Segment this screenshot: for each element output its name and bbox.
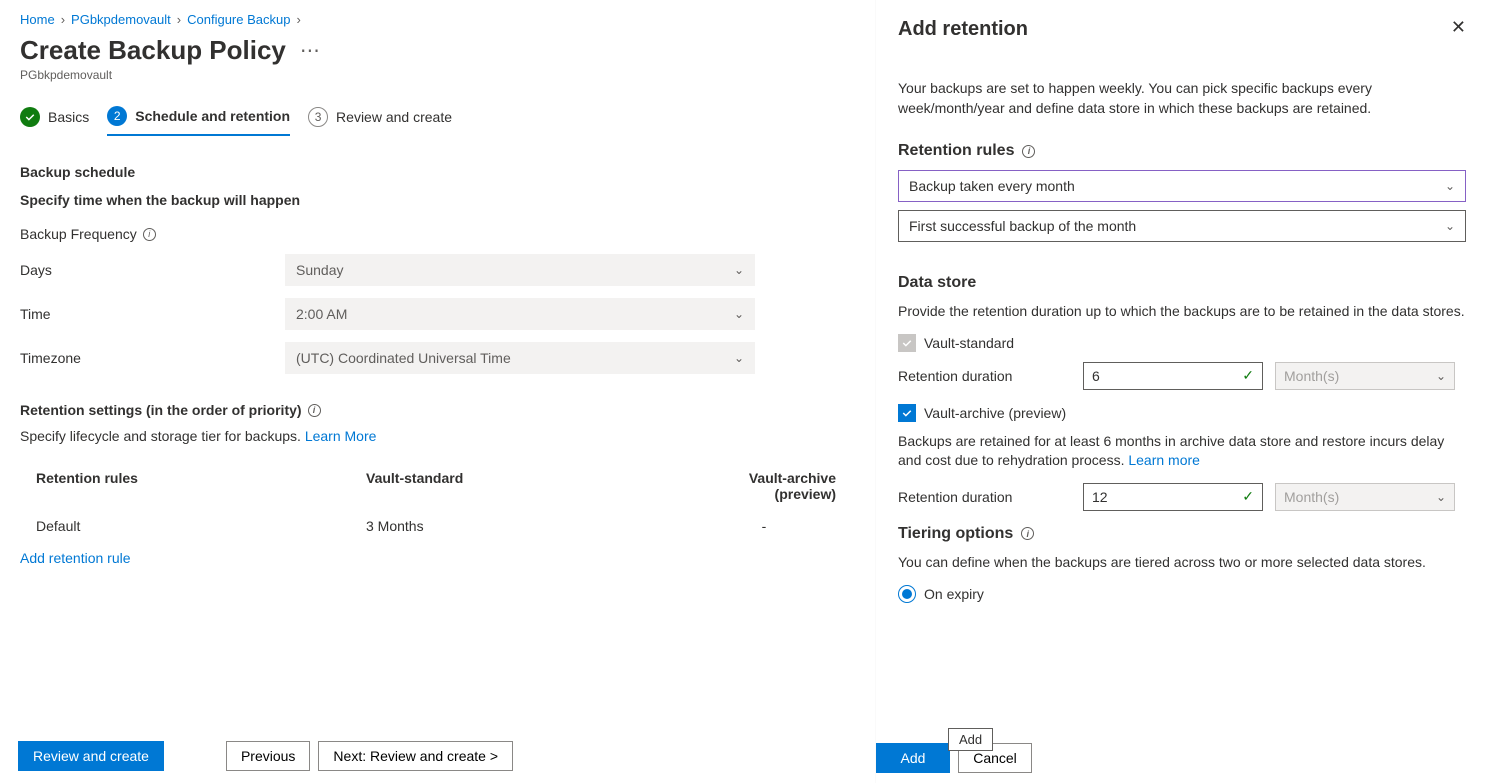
label-backup-frequency: Backup Frequency i xyxy=(20,226,285,242)
vault-archive-label: Vault-archive (preview) xyxy=(924,405,1066,421)
data-store-desc: Provide the retention duration up to whi… xyxy=(898,302,1466,322)
time-select[interactable]: 2:00 AM ⌄ xyxy=(285,298,755,330)
breadcrumb-item[interactable]: PGbkpdemovault xyxy=(71,12,171,27)
learn-more-link[interactable]: Learn more xyxy=(1128,452,1200,468)
breadcrumb: Home › PGbkpdemovault › Configure Backup… xyxy=(20,12,857,27)
duration-unit-select[interactable]: Month(s) ⌄ xyxy=(1275,483,1455,511)
step-review-create[interactable]: 3 Review and create xyxy=(308,107,452,135)
page-subtitle: PGbkpdemovault xyxy=(20,68,857,82)
tiering-desc: You can define when the backups are tier… xyxy=(898,553,1466,573)
info-icon[interactable]: i xyxy=(308,404,321,417)
retention-desc: Specify lifecycle and storage tier for b… xyxy=(20,428,305,444)
retention-duration-label: Retention duration xyxy=(898,368,1083,384)
tiering-options-label: Tiering options xyxy=(898,525,1013,543)
retention-duration-arch-input[interactable]: 12 ✓ xyxy=(1083,483,1263,511)
chevron-down-icon: ⌄ xyxy=(734,263,744,277)
review-create-button[interactable]: Review and create xyxy=(18,741,164,771)
check-icon: ✓ xyxy=(1242,488,1254,505)
label-timezone: Timezone xyxy=(20,350,285,366)
learn-more-link[interactable]: Learn More xyxy=(305,428,377,444)
chevron-down-icon: ⌄ xyxy=(1445,179,1455,193)
vault-archive-checkbox[interactable] xyxy=(898,404,916,422)
retention-duration-label: Retention duration xyxy=(898,489,1083,505)
chevron-down-icon: ⌄ xyxy=(1445,219,1455,233)
vault-standard-checkbox xyxy=(898,334,916,352)
retention-rule-sub-select[interactable]: First successful backup of the month ⌄ xyxy=(898,210,1466,242)
previous-button[interactable]: Previous xyxy=(226,741,310,771)
retention-table-header: Retention rules Vault-standard Vault-arc… xyxy=(20,462,858,510)
duration-unit-select[interactable]: Month(s) ⌄ xyxy=(1275,362,1455,390)
chevron-down-icon: ⌄ xyxy=(1436,369,1446,383)
more-actions-button[interactable]: ⋯ xyxy=(300,38,320,63)
chevron-down-icon: ⌄ xyxy=(1436,490,1446,504)
panel-title: Add retention xyxy=(898,18,1028,41)
tiering-on-expiry-radio[interactable] xyxy=(898,585,916,603)
step-label: Review and create xyxy=(336,109,452,125)
breadcrumb-item[interactable]: Home xyxy=(20,12,55,27)
days-select[interactable]: Sunday ⌄ xyxy=(285,254,755,286)
info-icon[interactable]: i xyxy=(143,228,156,241)
add-tooltip: Add xyxy=(948,728,993,751)
next-button[interactable]: Next: Review and create > xyxy=(318,741,513,771)
check-icon xyxy=(20,107,40,127)
add-button[interactable]: Add xyxy=(876,743,950,773)
step-number-icon: 2 xyxy=(107,106,127,126)
close-icon[interactable]: ✕ xyxy=(1451,18,1466,36)
chevron-right-icon: › xyxy=(177,12,181,27)
section-backup-schedule: Backup schedule xyxy=(20,164,857,180)
info-icon[interactable]: i xyxy=(1021,527,1034,540)
step-number-icon: 3 xyxy=(308,107,328,127)
step-label: Schedule and retention xyxy=(135,108,290,124)
label-days: Days xyxy=(20,262,285,278)
page-title: Create Backup Policy xyxy=(20,35,286,66)
vault-standard-label: Vault-standard xyxy=(924,335,1014,351)
step-schedule-retention[interactable]: 2 Schedule and retention xyxy=(107,106,290,136)
tiering-option-label: On expiry xyxy=(924,586,984,602)
data-store-label: Data store xyxy=(898,274,1466,292)
chevron-down-icon: ⌄ xyxy=(734,307,744,321)
label-time: Time xyxy=(20,306,285,322)
panel-intro: Your backups are set to happen weekly. Y… xyxy=(898,79,1466,118)
timezone-select[interactable]: (UTC) Coordinated Universal Time ⌄ xyxy=(285,342,755,374)
retention-table-row[interactable]: Default 3 Months - xyxy=(20,510,858,542)
step-label: Basics xyxy=(48,109,89,125)
chevron-down-icon: ⌄ xyxy=(734,351,744,365)
section-desc: Specify time when the backup will happen xyxy=(20,192,857,208)
info-icon[interactable]: i xyxy=(1022,145,1035,158)
chevron-right-icon: › xyxy=(296,12,300,27)
section-retention-settings: Retention settings (in the order of prio… xyxy=(20,402,302,418)
check-icon: ✓ xyxy=(1242,367,1254,384)
add-retention-rule-link[interactable]: Add retention rule xyxy=(20,550,131,566)
retention-rule-select[interactable]: Backup taken every month ⌄ xyxy=(898,170,1466,202)
retention-rules-label: Retention rules xyxy=(898,142,1014,160)
chevron-right-icon: › xyxy=(61,12,65,27)
add-retention-panel: Add retention ✕ Your backups are set to … xyxy=(876,0,1488,783)
step-basics[interactable]: Basics xyxy=(20,107,89,135)
breadcrumb-item[interactable]: Configure Backup xyxy=(187,12,290,27)
retention-duration-std-input[interactable]: 6 ✓ xyxy=(1083,362,1263,390)
